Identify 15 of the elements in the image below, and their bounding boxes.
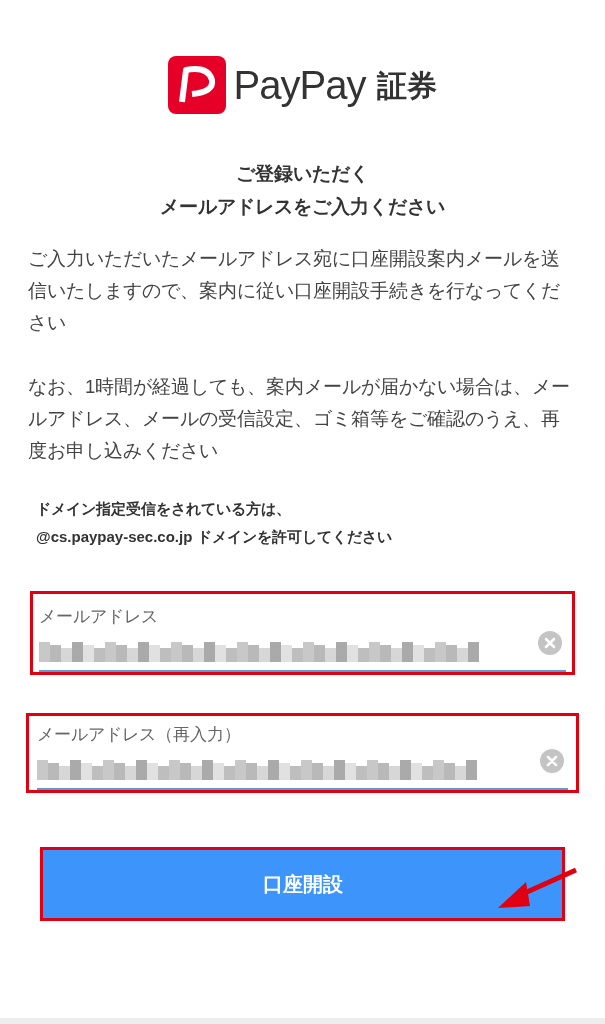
domain-note: @cs.paypay-sec.co.jp ドメインを許可してください <box>36 527 393 547</box>
logo-icon <box>167 56 226 114</box>
email-field[interactable]: メールアドレス <box>39 604 566 672</box>
instruction-text: ご入力いただいたメールアドレス宛に口座開設案内メールを送信いたしますので、案内に従い口座開設手続きを行なってください <box>28 247 561 335</box>
domain-note: ドメイン指定受信をされている方は、 <box>36 499 292 519</box>
brand-name: PayPay <box>233 62 366 109</box>
field-label: メールアドレス（再入力） <box>37 724 242 746</box>
heading-line: メールアドレスをご入力ください <box>160 195 445 219</box>
field-label: メールアドレス <box>39 606 159 628</box>
clear-icon[interactable] <box>540 749 564 773</box>
instruction-text: なお、1時間が経過しても、案内メールが届かない場合は、メールアドレス、メールの受信設定、ゴミ箱等をご確認のうえ、再度お申し込みください <box>28 375 572 463</box>
brand-suffix: 証券 <box>377 67 438 104</box>
clear-icon[interactable] <box>538 631 562 655</box>
heading-line: ご登録いただく <box>236 162 369 186</box>
email-field[interactable]: メールアドレス（再入力） <box>37 722 568 790</box>
